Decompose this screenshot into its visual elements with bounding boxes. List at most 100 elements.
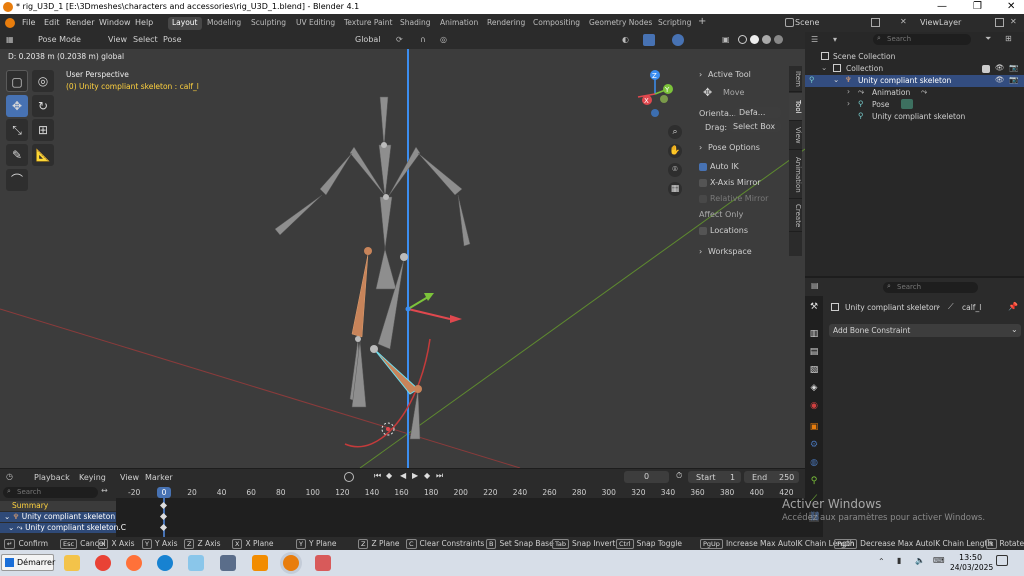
- close-button[interactable]: ✕: [1007, 1, 1015, 12]
- pin-icon[interactable]: 📌: [1008, 302, 1018, 311]
- timeline-search-input[interactable]: ⌕ Search: [3, 487, 98, 498]
- tab-sculpting[interactable]: Sculpting: [247, 17, 290, 30]
- transform-tool[interactable]: ⊞: [32, 119, 54, 141]
- delete-viewlayer-icon[interactable]: ✕: [1010, 17, 1017, 26]
- collection-checkbox[interactable]: [982, 65, 990, 73]
- prev-keyframe-icon[interactable]: ◆: [386, 471, 392, 480]
- outliner-row-scene-collection[interactable]: Scene Collection: [805, 51, 1024, 63]
- x-axis-mirror-checkbox[interactable]: [699, 179, 707, 187]
- stopwatch-icon[interactable]: ⏱: [676, 471, 682, 481]
- play-icon[interactable]: ▶: [412, 471, 418, 480]
- timeline-playback-menu[interactable]: Playback: [34, 473, 70, 482]
- next-keyframe-icon[interactable]: ◆: [424, 471, 430, 480]
- chevron-down-icon[interactable]: ›: [699, 70, 702, 79]
- eye-icon[interactable]: 👁: [995, 63, 1005, 72]
- tab-modeling[interactable]: Modeling: [203, 17, 245, 30]
- shading-material-icon[interactable]: [762, 35, 771, 44]
- new-collection-icon[interactable]: ⊞: [1005, 34, 1012, 43]
- camera-icon[interactable]: 📷: [1009, 63, 1018, 72]
- bend-tool[interactable]: ⌒: [6, 169, 28, 191]
- timeline-grid[interactable]: [116, 498, 805, 537]
- output-tab-icon[interactable]: ▤: [809, 347, 819, 357]
- 3d-viewport[interactable]: D: 0.2038 m (0.2038 m) global User Persp…: [0, 49, 805, 468]
- overlay-toggle-icon[interactable]: [672, 34, 684, 46]
- record-icon[interactable]: [344, 472, 354, 482]
- visibility-icon[interactable]: ◐: [622, 35, 629, 44]
- blender-taskbar-icon[interactable]: [283, 555, 299, 571]
- file-explorer-icon[interactable]: [64, 555, 80, 571]
- new-scene-icon[interactable]: [871, 18, 880, 27]
- physics-tab-icon[interactable]: ◍: [809, 458, 819, 468]
- tab-animation[interactable]: Animation: [789, 151, 802, 199]
- tab-geometry-nodes[interactable]: Geometry Nodes: [585, 17, 656, 30]
- ortho-grid-icon[interactable]: ▦: [668, 182, 682, 196]
- tab-animation[interactable]: Animation: [436, 17, 482, 30]
- jump-start-icon[interactable]: ⏮: [374, 471, 381, 481]
- snap-icon[interactable]: ∩: [420, 35, 426, 44]
- timeline-keying-menu[interactable]: Keying: [79, 473, 106, 482]
- menu-select[interactable]: Select: [133, 35, 158, 44]
- locations-checkbox[interactable]: [699, 227, 707, 235]
- timeline-editor-icon[interactable]: ◷: [6, 472, 13, 481]
- outliner-row-collection[interactable]: ⌄ Collection 👁 📷: [805, 63, 1024, 75]
- camera-icon[interactable]: 📷: [1009, 75, 1018, 84]
- pan-hand-icon[interactable]: ✋: [668, 144, 682, 158]
- blender-menu-icon[interactable]: [5, 18, 15, 28]
- display-mode-icon[interactable]: ▾: [833, 35, 837, 44]
- view-layer-tab-icon[interactable]: ▧: [809, 365, 819, 375]
- current-frame-field[interactable]: 0: [624, 471, 669, 483]
- rotate-tool[interactable]: ↻: [32, 95, 54, 117]
- cursor-tool[interactable]: ◎: [32, 70, 54, 92]
- channel-armature[interactable]: ⌄ ♆ Unity compliant skeleton: [0, 512, 116, 522]
- shading-rendered-icon[interactable]: [774, 35, 783, 44]
- calculator-icon[interactable]: [220, 555, 236, 571]
- vlc-icon[interactable]: [252, 555, 268, 571]
- scale-tool[interactable]: ⤡: [6, 119, 28, 141]
- outliner-search-input[interactable]: ⌕ Search: [873, 34, 971, 45]
- play-reverse-icon[interactable]: ◀: [400, 471, 406, 480]
- mode-selector[interactable]: Pose Mode: [38, 35, 81, 44]
- menu-edit[interactable]: Edit: [44, 18, 60, 27]
- tab-shading[interactable]: Shading: [396, 17, 434, 30]
- menu-file[interactable]: File: [22, 18, 35, 27]
- orientation-dropdown[interactable]: Global: [355, 35, 381, 44]
- paint-icon[interactable]: [315, 555, 331, 571]
- modifiers-tab-icon[interactable]: ⚙: [809, 440, 819, 450]
- add-workspace-button[interactable]: +: [694, 15, 710, 28]
- jump-end-icon[interactable]: ⏭: [436, 471, 443, 481]
- chevron-right-icon[interactable]: ›: [847, 87, 850, 96]
- channel-summary[interactable]: Summary: [0, 501, 116, 511]
- render-tab-icon[interactable]: ▥: [809, 329, 819, 339]
- active-tool-title[interactable]: Active Tool: [708, 70, 751, 79]
- armature-data-tab-icon[interactable]: ⚲: [809, 476, 819, 486]
- object-tab-icon[interactable]: ▣: [809, 422, 819, 432]
- add-bone-constraint-dropdown[interactable]: Add Bone Constraint ⌄: [829, 324, 1021, 337]
- tab-view[interactable]: View: [789, 122, 802, 150]
- menu-help[interactable]: Help: [135, 18, 153, 27]
- zoom-icon[interactable]: ⌕: [668, 125, 682, 139]
- tab-tool[interactable]: Tool: [789, 93, 802, 121]
- new-viewlayer-icon[interactable]: [995, 18, 1004, 27]
- editor-type-icon[interactable]: ▦: [6, 35, 14, 44]
- chevron-down-icon[interactable]: ⌄: [821, 63, 827, 72]
- chevron-right-icon[interactable]: ›: [847, 99, 850, 108]
- start-frame-field[interactable]: Start 1: [688, 471, 741, 483]
- tray-chevron-icon[interactable]: ⌃: [878, 557, 885, 566]
- orientation-dropdown[interactable]: Defa...: [735, 107, 781, 118]
- firefox-icon[interactable]: [126, 555, 142, 571]
- end-frame-field[interactable]: End 250: [744, 471, 799, 483]
- timeline-sync-icon[interactable]: ↔: [101, 486, 108, 495]
- tab-scripting[interactable]: Scripting: [654, 17, 695, 30]
- minimize-button[interactable]: —: [937, 1, 947, 12]
- taskbar-date[interactable]: 24/03/2025: [950, 563, 993, 572]
- filter-icon[interactable]: ⏷: [985, 34, 991, 44]
- measure-tool[interactable]: 📐: [32, 144, 54, 166]
- start-button[interactable]: Démarrer: [1, 554, 55, 571]
- outliner-row-armature[interactable]: ⚲ ⌄ ♆ Unity compliant skeleton 👁 📷: [805, 75, 1024, 87]
- navigation-gizmo[interactable]: Z Y X: [630, 69, 680, 119]
- select-box-tool[interactable]: ▢: [6, 70, 28, 92]
- auto-ik-checkbox[interactable]: [699, 163, 707, 171]
- tab-uv-editing[interactable]: UV Editing: [292, 17, 339, 30]
- network-icon[interactable]: ▮: [897, 556, 901, 565]
- properties-search-input[interactable]: ⌕ Search: [883, 282, 978, 293]
